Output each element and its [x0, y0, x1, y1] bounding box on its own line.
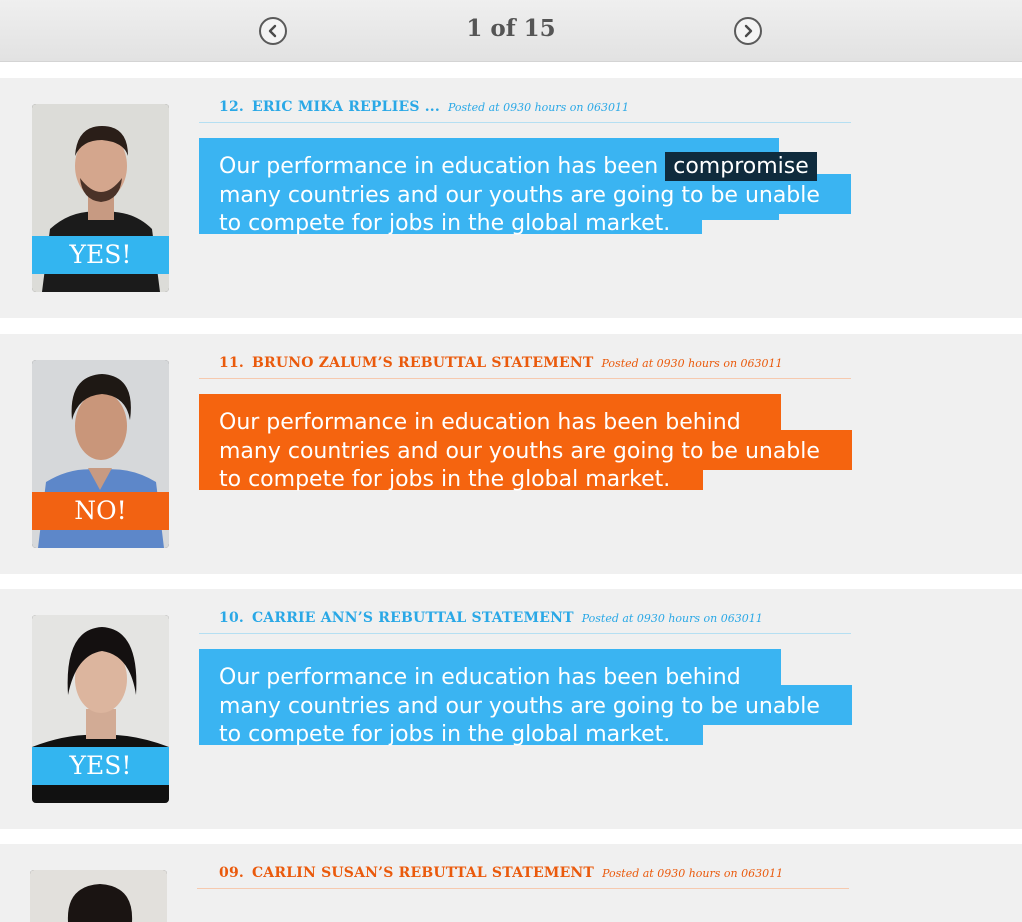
statement-title[interactable]: CARRIE ANN’S REBUTTAL STATEMENT — [252, 610, 574, 626]
statement-number: 10. — [219, 610, 244, 626]
quote-line: Our performance in education has been be… — [219, 410, 741, 435]
previous-page-button[interactable] — [259, 17, 287, 45]
quote-line: to compete for jobs in the global market… — [219, 467, 671, 492]
highlighted-word: compromise — [665, 152, 817, 181]
portrait-image — [30, 870, 167, 922]
page-counter: 1 of 15 — [466, 15, 556, 42]
vote-badge: NO! — [32, 492, 169, 530]
next-page-button[interactable] — [734, 17, 762, 45]
statement-entry: YES! 10. CARRIE ANN’S REBUTTAL STATEMENT P… — [0, 589, 1022, 829]
quote-line: to compete for jobs in the global market… — [219, 211, 671, 236]
header-divider — [199, 378, 851, 379]
speaker-photo[interactable]: YES! — [32, 615, 169, 803]
chevron-right-icon — [744, 24, 753, 38]
posted-timestamp: Posted at 0930 hours on 063011 — [602, 867, 784, 880]
vote-badge: YES! — [32, 747, 169, 785]
statement-header: 10. CARRIE ANN’S REBUTTAL STATEMENT Posted… — [219, 607, 763, 633]
header-divider — [199, 122, 851, 123]
statement-entry: YES! 12. ERIC MIKA REPLIES ... Posted at 0… — [0, 78, 1022, 318]
statement-number: 12. — [219, 99, 244, 115]
posted-timestamp: Posted at 0930 hours on 063011 — [581, 612, 763, 625]
speaker-photo[interactable]: NO! — [32, 360, 169, 548]
quote-line: many countries and our youths are going … — [219, 439, 820, 464]
statement-header: 12. ERIC MIKA REPLIES ... Posted at 0930 h… — [219, 96, 629, 122]
statement-number: 11. — [219, 355, 244, 371]
chevron-left-icon — [268, 24, 277, 38]
statement-title[interactable]: ERIC MIKA REPLIES ... — [252, 99, 440, 115]
quote-line: Our performance in education has been be… — [219, 665, 741, 690]
quote-block: Our performance in education has been co… — [199, 138, 859, 250]
header-divider — [197, 888, 849, 889]
statement-header: 11. BRUNO ZALUM’S REBUTTAL STATEMENT Poste… — [219, 352, 783, 378]
posted-timestamp: Posted at 0930 hours on 063011 — [447, 101, 629, 114]
statement-number: 09. — [219, 865, 244, 881]
statement-title[interactable]: CARLIN SUSAN’S REBUTTAL STATEMENT — [252, 865, 594, 881]
statement-title[interactable]: BRUNO ZALUM’S REBUTTAL STATEMENT — [252, 355, 594, 371]
vote-badge: YES! — [32, 236, 169, 274]
speaker-photo[interactable]: YES! — [32, 104, 169, 292]
quote-block: Our performance in education has been be… — [199, 649, 859, 761]
statement-entry: 09. CARLIN SUSAN’S REBUTTAL STATEMENT Post… — [0, 844, 1022, 922]
quote-block: Our performance in education has been be… — [199, 394, 859, 506]
header-divider — [199, 633, 851, 634]
speaker-photo[interactable] — [30, 870, 167, 922]
quote-line: to compete for jobs in the global market… — [219, 722, 671, 747]
pagination-bar: 1 of 15 — [0, 0, 1022, 62]
quote-line: Our performance in education has been co… — [219, 152, 817, 181]
statement-header: 09. CARLIN SUSAN’S REBUTTAL STATEMENT Post… — [219, 862, 783, 888]
quote-line: many countries and our youths are going … — [219, 183, 820, 208]
posted-timestamp: Posted at 0930 hours on 063011 — [601, 357, 783, 370]
statement-entry: NO! 11. BRUNO ZALUM’S REBUTTAL STATEMENT P… — [0, 334, 1022, 574]
quote-line: many countries and our youths are going … — [219, 694, 820, 719]
